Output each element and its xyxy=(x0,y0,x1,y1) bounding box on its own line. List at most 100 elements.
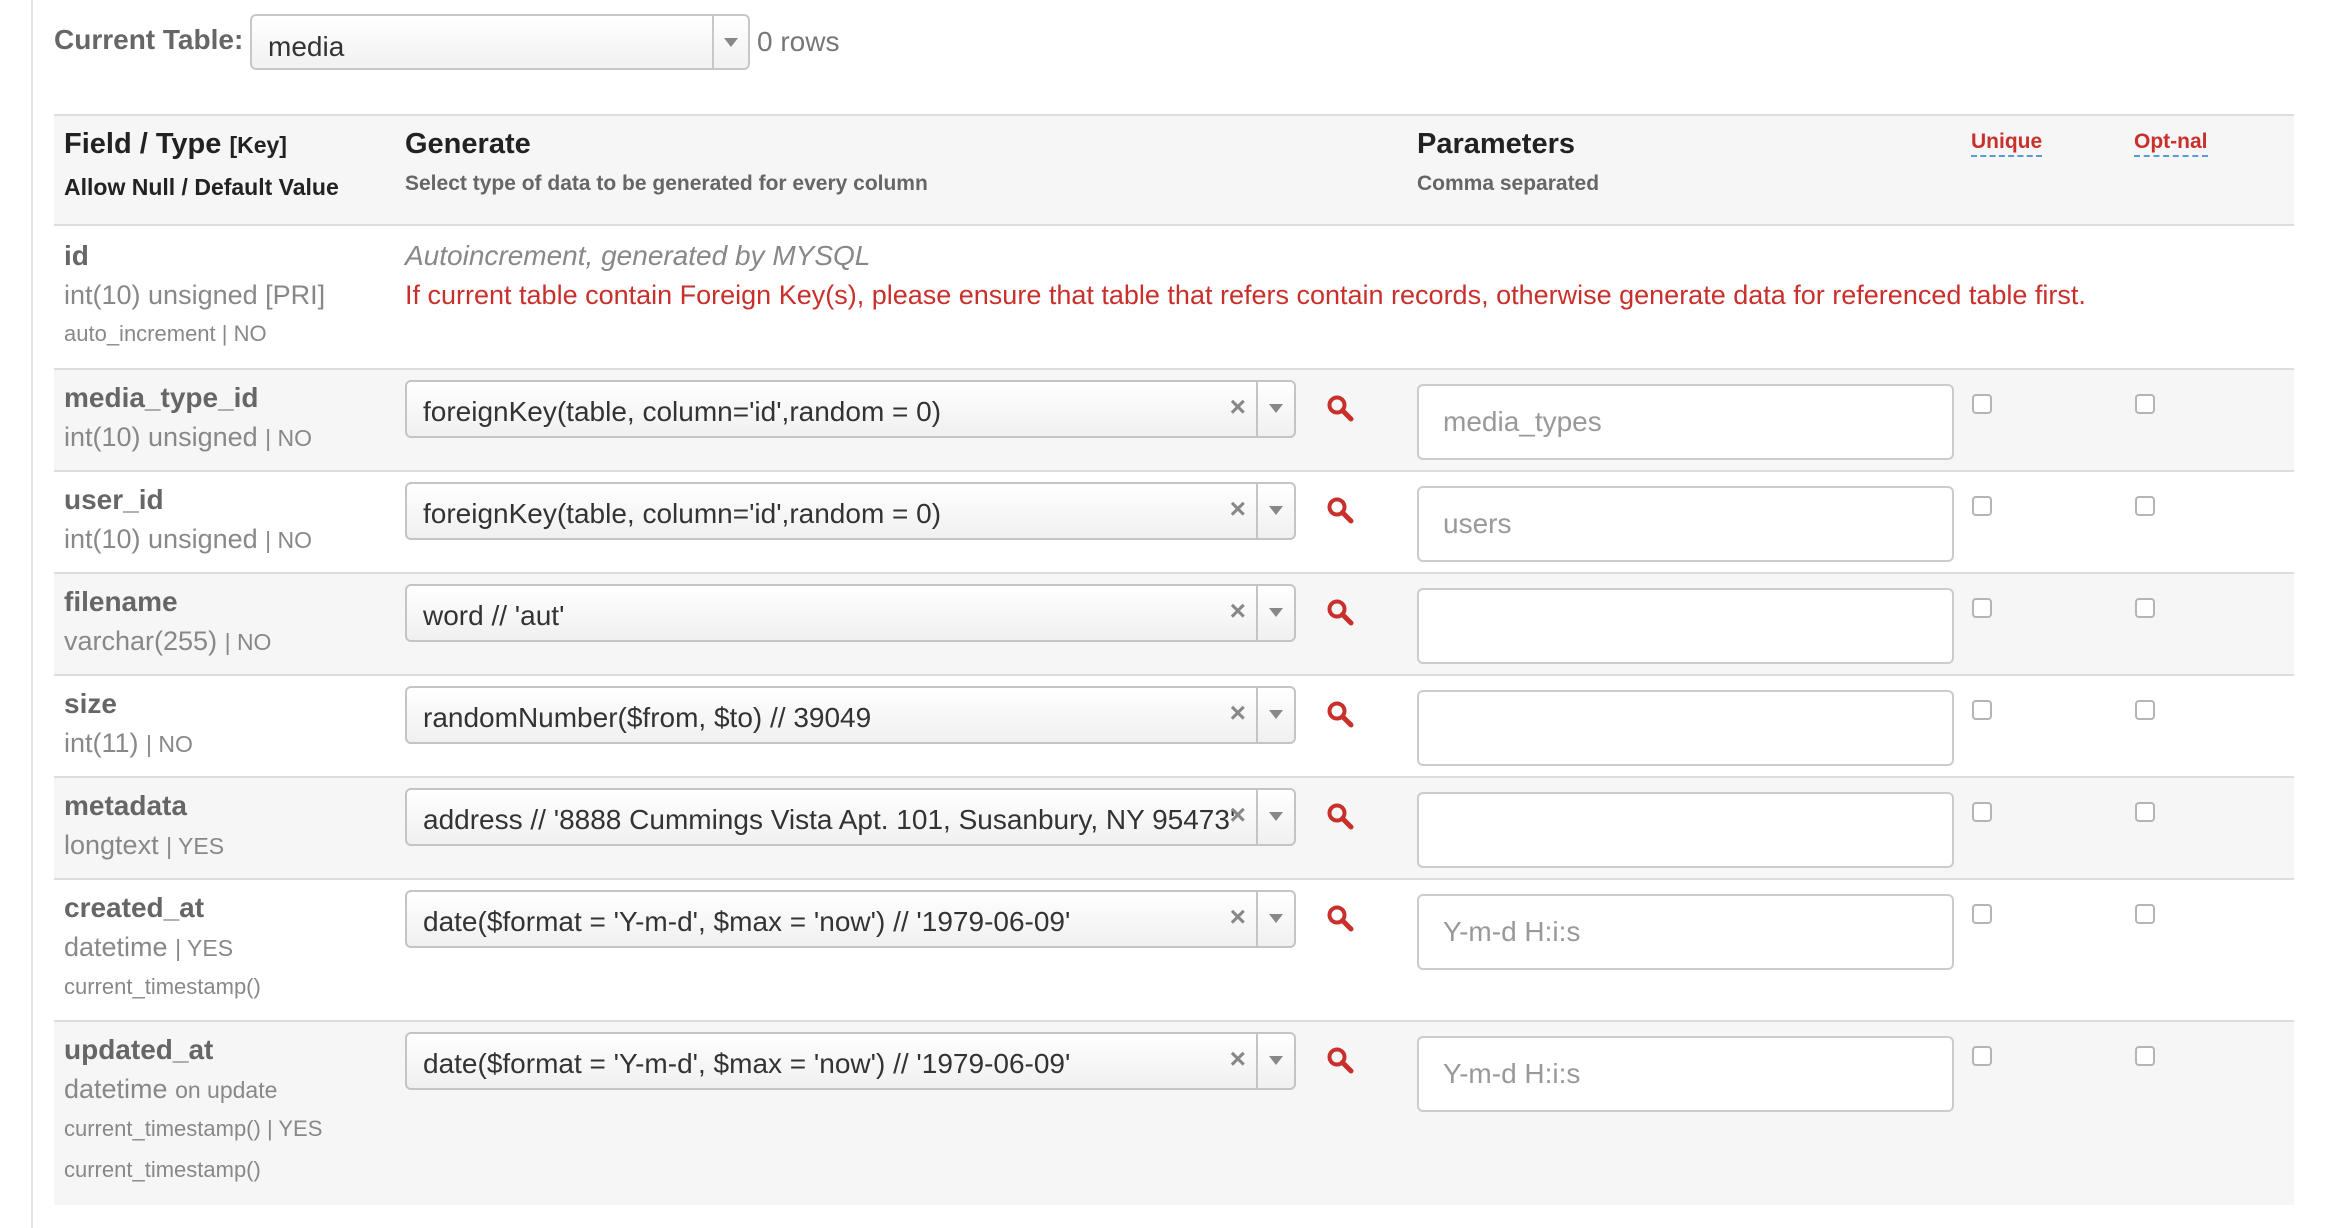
field-on-update-value: current_timestamp() | YES xyxy=(64,1116,323,1141)
field-null: | NO xyxy=(265,425,313,451)
dropdown-toggle[interactable] xyxy=(1256,382,1294,436)
field-type: longtext | YES xyxy=(64,830,225,860)
rows-count: 0 rows xyxy=(757,26,840,57)
parameters-input[interactable] xyxy=(1417,384,1954,460)
header-generate-hint: Select type of data to be generated for … xyxy=(405,172,928,195)
generator-select[interactable]: randomNumber($from, $to) // 39049 × xyxy=(405,686,1296,744)
header-parameters: Parameters xyxy=(1417,128,1575,160)
generator-select[interactable]: foreignKey(table, column='id',random = 0… xyxy=(405,380,1296,438)
chevron-down-icon xyxy=(1269,812,1283,821)
generator-select[interactable]: word // 'aut' × xyxy=(405,584,1296,642)
clear-x-icon[interactable]: × xyxy=(1230,493,1246,525)
generator-select[interactable]: date($format = 'Y-m-d', $max = 'now') //… xyxy=(405,890,1296,948)
header-optional[interactable]: Opt-nal xyxy=(2134,130,2208,157)
field-name: user_id xyxy=(64,484,164,515)
header-field-type: Field / Type [Key] xyxy=(64,128,287,160)
optional-checkbox[interactable] xyxy=(2135,700,2155,720)
field-name: filename xyxy=(64,586,178,617)
header-unique[interactable]: Unique xyxy=(1971,130,2043,157)
foreign-key-warning: If current table contain Foreign Key(s),… xyxy=(405,280,2086,310)
dropdown-toggle[interactable] xyxy=(1256,484,1294,538)
field-default: current_timestamp() xyxy=(64,1157,261,1182)
unique-checkbox[interactable] xyxy=(1972,1046,1992,1066)
clear-x-icon[interactable]: × xyxy=(1230,799,1246,831)
generator-select[interactable]: foreignKey(table, column='id',random = 0… xyxy=(405,482,1296,540)
optional-checkbox[interactable] xyxy=(2135,904,2155,924)
dropdown-toggle[interactable] xyxy=(1256,892,1294,946)
search-icon[interactable] xyxy=(1326,1046,1354,1074)
field-type: int(11) | NO xyxy=(64,728,193,758)
table-row-id: id int(10) unsigned [PRI] auto_increment… xyxy=(54,226,2294,370)
optional-checkbox[interactable] xyxy=(2135,802,2155,822)
parameters-input[interactable] xyxy=(1417,894,1954,970)
clear-x-icon[interactable]: × xyxy=(1230,901,1246,933)
dropdown-toggle[interactable] xyxy=(1256,1034,1294,1088)
parameters-input[interactable] xyxy=(1417,1036,1954,1112)
unique-checkbox[interactable] xyxy=(1972,700,1992,720)
optional-checkbox[interactable] xyxy=(2135,598,2155,618)
parameters-input[interactable] xyxy=(1417,792,1954,868)
unique-checkbox[interactable] xyxy=(1972,802,1992,822)
field-type: datetime on update xyxy=(64,1074,278,1104)
chevron-down-icon xyxy=(1269,506,1283,515)
search-icon[interactable] xyxy=(1326,904,1354,932)
dropdown-toggle[interactable] xyxy=(1256,790,1294,844)
clear-x-icon[interactable]: × xyxy=(1230,595,1246,627)
field-name: media_type_id xyxy=(64,382,259,413)
table-row-size: size int(11) | NO randomNumber($from, $t… xyxy=(54,676,2294,778)
search-icon[interactable] xyxy=(1326,700,1354,728)
columns-table: Field / Type [Key] Allow Null / Default … xyxy=(54,114,2294,1205)
current-table-label: Current Table: xyxy=(54,24,244,55)
dropdown-toggle[interactable] xyxy=(1256,586,1294,640)
generator-value: date($format = 'Y-m-d', $max = 'now') //… xyxy=(423,1048,1071,1079)
optional-checkbox[interactable] xyxy=(2135,394,2155,414)
clear-x-icon[interactable]: × xyxy=(1230,697,1246,729)
table-row-user-id: user_id int(10) unsigned | NO foreignKey… xyxy=(54,472,2294,574)
table-row-media-type-id: media_type_id int(10) unsigned | NO fore… xyxy=(54,370,2294,472)
clear-x-icon[interactable]: × xyxy=(1230,1043,1246,1075)
search-icon[interactable] xyxy=(1326,802,1354,830)
search-icon[interactable] xyxy=(1326,598,1354,626)
field-null: | NO xyxy=(265,527,313,553)
optional-checkbox[interactable] xyxy=(2135,496,2155,516)
generator-select[interactable]: address // '8888 Cummings Vista Apt. 101… xyxy=(405,788,1296,846)
table-header: Field / Type [Key] Allow Null / Default … xyxy=(54,114,2294,226)
search-icon[interactable] xyxy=(1326,394,1354,422)
table-row-created-at: created_at datetime | YES current_timest… xyxy=(54,880,2294,1022)
field-extra: auto_increment | NO xyxy=(64,321,267,346)
dropdown-toggle[interactable] xyxy=(1256,688,1294,742)
parameters-input[interactable] xyxy=(1417,690,1954,766)
optional-checkbox[interactable] xyxy=(2135,1046,2155,1066)
header-parameters-hint: Comma separated xyxy=(1417,172,1600,195)
field-null: | NO xyxy=(224,629,272,655)
unique-checkbox[interactable] xyxy=(1972,496,1992,516)
field-type: varchar(255) | NO xyxy=(64,626,272,656)
field-default: current_timestamp() xyxy=(64,974,261,999)
chevron-down-icon xyxy=(1269,608,1283,617)
field-type: int(10) unsigned [PRI] xyxy=(64,280,326,310)
unique-checkbox[interactable] xyxy=(1972,598,1992,618)
generator-value: word // 'aut' xyxy=(423,600,565,631)
search-icon[interactable] xyxy=(1326,496,1354,524)
current-table-value: media xyxy=(268,31,345,62)
current-table-select[interactable]: media xyxy=(250,14,750,70)
clear-x-icon[interactable]: × xyxy=(1230,391,1246,423)
chevron-down-icon xyxy=(1269,914,1283,923)
field-type: datetime | YES xyxy=(64,932,234,962)
field-name: id xyxy=(64,240,89,271)
generator-value: date($format = 'Y-m-d', $max = 'now') //… xyxy=(423,906,1071,937)
field-type: int(10) unsigned | NO xyxy=(64,524,313,554)
field-name: metadata xyxy=(64,790,187,821)
unique-checkbox[interactable] xyxy=(1972,394,1992,414)
autoincrement-note: Autoincrement, generated by MYSQL xyxy=(405,240,871,271)
parameters-input[interactable] xyxy=(1417,486,1954,562)
parameters-input[interactable] xyxy=(1417,588,1954,664)
chevron-down-icon xyxy=(1269,710,1283,719)
field-null: | YES xyxy=(166,833,225,859)
dropdown-toggle[interactable] xyxy=(712,16,748,68)
chevron-down-icon xyxy=(1269,404,1283,413)
unique-checkbox[interactable] xyxy=(1972,904,1992,924)
chevron-down-icon xyxy=(724,38,738,47)
generator-value: foreignKey(table, column='id',random = 0… xyxy=(423,396,942,427)
generator-select[interactable]: date($format = 'Y-m-d', $max = 'now') //… xyxy=(405,1032,1296,1090)
